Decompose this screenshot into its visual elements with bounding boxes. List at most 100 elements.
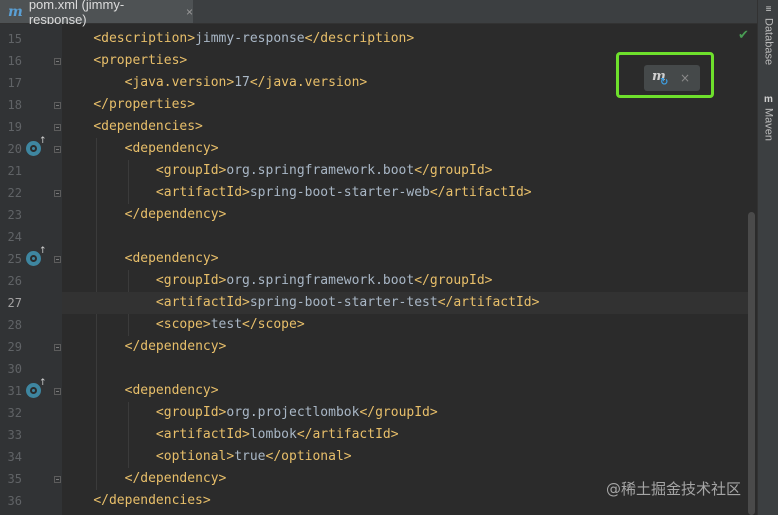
code-line[interactable]: <dependency> [62, 138, 748, 160]
line-number: 36 [7, 494, 22, 508]
code-line[interactable] [62, 226, 748, 248]
line-number: 20 [7, 142, 22, 156]
xml-tag: <dependency> [124, 141, 219, 156]
xml-tag: <optional> [155, 449, 235, 464]
fold-marker-icon[interactable] [54, 256, 61, 263]
xml-tag: </groupId> [359, 405, 438, 420]
xml-tag: </scope> [242, 317, 305, 332]
fold-marker-icon[interactable] [54, 388, 61, 395]
line-number: 25 [7, 252, 22, 266]
editor-gutter: 15 16 17 18 19 20 21 22 23 24 25 26 27 28 29 30 31 32 33 34… [0, 24, 62, 515]
xml-tag: </dependencies> [93, 493, 211, 508]
xml-tag: <dependency> [124, 251, 219, 266]
line-number: 23 [7, 208, 22, 222]
xml-tag: </artifactId> [296, 427, 399, 442]
code-line[interactable]: <optional>true</optional> [62, 446, 748, 468]
xml-tag: <artifactId> [155, 185, 250, 200]
tab-pom-xml[interactable]: m pom.xml (jimmy-response) × [0, 0, 193, 27]
xml-tag: <scope> [155, 317, 211, 332]
line-number: 31 [7, 384, 22, 398]
line-number: 15 [7, 32, 22, 46]
code-line[interactable]: <artifactId>spring-boot-starter-web</art… [62, 182, 748, 204]
line-number: 28 [7, 318, 22, 332]
fold-marker-icon[interactable] [54, 476, 61, 483]
fold-marker-icon[interactable] [54, 58, 61, 65]
xml-tag: </dependency> [124, 471, 227, 486]
code-line[interactable]: <groupId>org.projectlombok</groupId> [62, 402, 748, 424]
xml-text: true [234, 449, 266, 464]
line-number: 35 [7, 472, 22, 486]
xml-tag: <groupId> [155, 163, 227, 178]
tool-tab-database[interactable]: ≡ Database [758, 4, 778, 65]
dependency-update-icon[interactable] [26, 378, 47, 398]
maven-file-icon: m [8, 3, 23, 20]
code-line[interactable]: <artifactId>spring-boot-starter-test</ar… [62, 292, 748, 314]
line-number: 29 [7, 340, 22, 354]
xml-tag: <properties> [93, 53, 188, 68]
code-line[interactable]: <scope>test</scope> [62, 314, 748, 336]
xml-tag: </groupId> [414, 163, 493, 178]
watermark: @稀土掘金技术社区 [606, 480, 742, 498]
code-line[interactable] [62, 358, 748, 380]
code-line[interactable]: </dependency> [62, 336, 748, 358]
xml-tag: <dependency> [124, 383, 219, 398]
code-line[interactable]: <groupId>org.springframework.boot</group… [62, 270, 748, 292]
xml-tag: </properties> [93, 97, 196, 112]
fold-marker-icon[interactable] [54, 146, 61, 153]
xml-tag: <dependencies> [93, 119, 203, 134]
xml-text: jimmy-response [195, 31, 305, 46]
xml-text: spring-boot-starter-test [249, 295, 438, 310]
dependency-update-icon[interactable] [26, 246, 47, 266]
line-number: 33 [7, 428, 22, 442]
code-line[interactable]: <artifactId>lombok</artifactId> [62, 424, 748, 446]
xml-tag: <artifactId> [155, 427, 250, 442]
xml-text: 17 [234, 75, 250, 90]
xml-tag: </groupId> [414, 273, 493, 288]
xml-tag: </artifactId> [437, 295, 540, 310]
tool-tab-label: Database [762, 18, 775, 66]
xml-tag: </description> [304, 31, 415, 46]
popup-close-icon[interactable]: × [680, 71, 690, 85]
line-number: 27 [7, 296, 22, 310]
xml-tag: </artifactId> [429, 185, 532, 200]
code-line[interactable]: <dependencies> [62, 116, 748, 138]
xml-text: test [210, 317, 243, 332]
maven-reload-icon[interactable]: m [652, 70, 670, 91]
code-line[interactable]: <dependency> [62, 380, 748, 402]
database-icon: ≡ [765, 4, 772, 15]
tab-title: pom.xml (jimmy-response) [28, 0, 125, 27]
fold-marker-icon[interactable] [54, 124, 61, 131]
xml-tag: <artifactId> [155, 295, 250, 310]
xml-tag: <groupId> [155, 273, 227, 288]
fold-marker-icon[interactable] [54, 190, 61, 197]
fold-marker-icon[interactable] [54, 344, 61, 351]
xml-tag: <java.version> [124, 75, 235, 90]
code-line[interactable]: <groupId>org.springframework.boot</group… [62, 160, 748, 182]
code-line[interactable]: <dependency> [62, 248, 748, 270]
code-line[interactable]: <description>jimmy-response</description… [62, 28, 748, 50]
code-line[interactable]: </dependency> [62, 204, 748, 226]
xml-tag: </optional> [265, 449, 352, 464]
xml-tag: </java.version> [249, 75, 368, 90]
inspection-ok-icon[interactable]: ✔ [738, 28, 749, 43]
fold-marker-icon[interactable] [54, 102, 61, 109]
tab-close-icon[interactable]: × [186, 5, 193, 19]
tool-tab-maven[interactable]: m Maven [758, 94, 778, 141]
dependency-update-icon[interactable] [26, 136, 47, 156]
vertical-scrollbar[interactable] [748, 212, 755, 515]
xml-text: org.springframework.boot [226, 163, 415, 178]
line-number: 19 [7, 120, 22, 134]
maven-reload-popup: m × [644, 65, 700, 91]
